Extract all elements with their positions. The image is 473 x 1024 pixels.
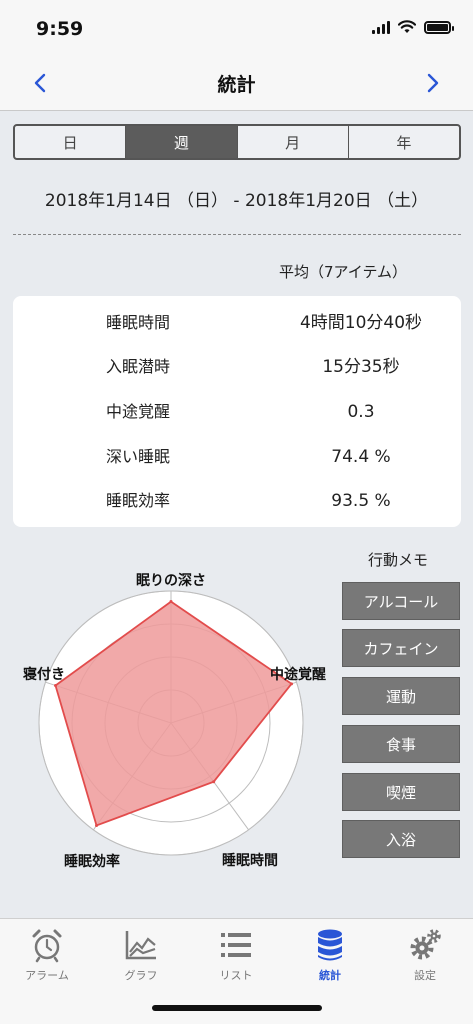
radar-axis-label: 睡眠効率: [64, 853, 120, 870]
stat-row-sleep-time: 睡眠時間 4時間10分40秒: [13, 308, 461, 338]
segment-week[interactable]: 週: [126, 126, 238, 158]
memo-button-caffeine[interactable]: カフェイン: [342, 629, 460, 667]
tab-label: リスト: [219, 969, 253, 982]
stat-row-awakenings: 中途覚醒 0.3: [13, 397, 461, 427]
period-segmented-control: 日 週 月 年: [13, 124, 461, 160]
status-bar: 9:59: [0, 0, 473, 56]
radar-axis-label: 中途覚醒: [270, 666, 326, 683]
tab-graph[interactable]: グラフ: [94, 927, 188, 983]
stat-value: 74.4 %: [331, 447, 391, 467]
radar-axis-label: 睡眠時間: [222, 852, 278, 869]
tab-settings[interactable]: 設定: [378, 927, 472, 983]
stat-row-sleep-efficiency: 睡眠効率 93.5 %: [13, 486, 461, 516]
radar-data-point: [169, 600, 173, 604]
tab-label: 統計: [319, 969, 341, 982]
stat-value: 0.3: [347, 402, 375, 422]
wifi-icon: [398, 20, 416, 33]
gear-icon: [405, 927, 445, 963]
list-icon: [216, 927, 256, 963]
line-graph-icon: [121, 927, 161, 963]
stat-label: 深い睡眠: [105, 447, 170, 466]
stat-row-deep-sleep: 深い睡眠 74.4 %: [13, 442, 461, 472]
chevron-right-icon: [427, 73, 439, 93]
tab-alarm[interactable]: アラーム: [0, 927, 94, 983]
database-icon: [310, 927, 350, 963]
next-week-button[interactable]: [421, 68, 445, 98]
segment-month[interactable]: 月: [238, 126, 349, 158]
stat-label: 中途覚醒: [105, 402, 170, 421]
tab-label: グラフ: [124, 969, 158, 982]
alarm-clock-icon: [27, 927, 67, 963]
status-icons: [372, 20, 454, 34]
battery-icon: [424, 20, 454, 34]
stats-card: 睡眠時間 4時間10分40秒 入眠潜時 15分35秒 中途覚醒 0.3 深い睡眠…: [13, 296, 461, 527]
radar-axis-label: 眠りの深さ: [136, 572, 206, 589]
segment-year[interactable]: 年: [349, 126, 459, 158]
memo-button-smoking[interactable]: 喫煙: [342, 773, 460, 811]
memo-button-alcohol[interactable]: アルコール: [342, 582, 460, 620]
stat-value: 4時間10分40秒: [299, 313, 423, 333]
tab-label: 設定: [414, 969, 436, 982]
home-indicator: [152, 1005, 322, 1011]
stat-value: 15分35秒: [322, 357, 400, 377]
date-range: 2018年1月14日 （日） - 2018年1月20日 （土）: [44, 191, 429, 211]
radar-chart: 眠りの深さ中途覚醒睡眠時間 睡眠効率 寝付き: [23, 572, 326, 870]
tab-list[interactable]: リスト: [189, 927, 283, 983]
stat-row-sleep-latency: 入眠潜時 15分35秒: [13, 352, 461, 382]
radar-data-point: [95, 824, 99, 828]
stat-label: 睡眠効率: [105, 491, 170, 510]
cellular-signal-icon: [372, 20, 390, 34]
stat-label: 入眠潜時: [105, 357, 170, 376]
radar-data-point: [212, 780, 216, 784]
average-label: 平均（7アイテム）: [279, 263, 408, 281]
radar-axis-label: 寝付き: [23, 666, 65, 683]
memo-button-meal[interactable]: 食事: [342, 725, 460, 763]
dashed-divider: [13, 234, 461, 235]
memo-button-bath[interactable]: 入浴: [342, 820, 460, 858]
page-title: 統計: [217, 74, 256, 96]
stat-value: 93.5 %: [331, 491, 391, 511]
memo-title: 行動メモ: [368, 551, 429, 569]
tab-stats[interactable]: 統計: [283, 927, 377, 983]
status-time: 9:59: [36, 18, 84, 40]
tab-label: アラーム: [25, 969, 69, 982]
navigation-bar: 統計: [0, 56, 473, 111]
segment-day[interactable]: 日: [15, 126, 127, 158]
stat-label: 睡眠時間: [105, 313, 170, 332]
memo-button-exercise[interactable]: 運動: [342, 677, 460, 715]
radar-data-point: [54, 683, 58, 687]
